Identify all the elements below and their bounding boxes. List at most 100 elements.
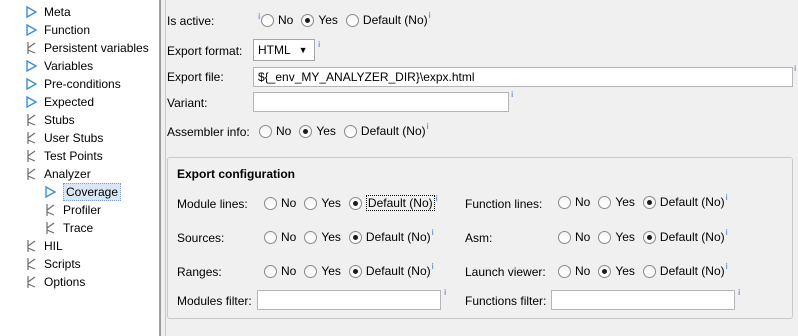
module-lines-radio-group: No Yes Default (No) i (264, 194, 446, 211)
tree-item-hil[interactable]: HIL (24, 237, 63, 255)
triangle-right-icon (24, 77, 38, 91)
ranges-yes-radio[interactable]: Yes (304, 264, 341, 278)
triangle-right-icon (24, 23, 38, 37)
branch-icon (24, 149, 38, 163)
info-icon[interactable]: i (436, 194, 438, 203)
export-format-label: Export format: (167, 44, 243, 58)
variant-info-icon[interactable]: i (511, 90, 513, 99)
launch-viewer-yes-radio[interactable]: Yes (598, 264, 635, 278)
branch-icon (43, 221, 57, 235)
functions-filter-input[interactable] (551, 290, 735, 310)
function-lines-label: Function lines: (465, 197, 543, 211)
module-lines-default-radio[interactable]: Default (No) i (348, 194, 438, 211)
ranges-default-radio[interactable]: Default (No) i (348, 262, 434, 278)
modules-filter-info-icon[interactable]: i (444, 288, 446, 297)
export-file-input[interactable]: ${_env_MY_ANALYZER_DIR}\expx.html (253, 67, 793, 87)
tree-item-trace[interactable]: Trace (43, 219, 93, 237)
branch-icon (24, 167, 38, 181)
asm-default-radio[interactable]: Default (No) i (642, 228, 728, 244)
is-active-label: Is active: (167, 14, 215, 28)
tree-item-label: Profiler (63, 203, 102, 217)
tree-item-label: Meta (44, 5, 71, 19)
export-format-dropdown[interactable]: HTML ▼ (253, 39, 315, 61)
branch-icon (24, 257, 38, 271)
ranges-label: Ranges: (177, 265, 222, 279)
tree-item-user-stubs[interactable]: User Stubs (24, 129, 103, 147)
tree-item-label: HIL (44, 239, 63, 253)
export-file-info-icon[interactable]: i (794, 64, 796, 73)
test-tree[interactable]: Meta Function Persistent variables Varia… (0, 0, 160, 336)
tree-item-coverage[interactable]: Coverage (43, 183, 122, 201)
asm-label: Asm: (465, 231, 493, 245)
tree-item-options[interactable]: Options (24, 273, 85, 291)
assembler-info-radio-group: No Yes Default (No) i (259, 122, 437, 138)
modules-filter-input[interactable] (257, 290, 441, 310)
sources-radio-group: No Yes Default (No) i (264, 228, 442, 244)
tree-item-meta[interactable]: Meta (24, 3, 71, 21)
panel-left-edge (165, 0, 166, 336)
info-icon[interactable]: i (427, 122, 429, 131)
info-icon[interactable]: i (429, 11, 431, 20)
export-format-info-icon[interactable]: i (318, 40, 320, 49)
variant-input[interactable] (253, 92, 509, 112)
branch-icon (24, 131, 38, 145)
triangle-right-icon (24, 59, 38, 73)
function-lines-radio-group: No Yes Default (No) i (558, 193, 736, 209)
module-lines-no-radio[interactable]: No (264, 196, 296, 210)
functions-filter-label: Functions filter: (465, 294, 547, 308)
tree-item-pre-conditions[interactable]: Pre-conditions (24, 75, 121, 93)
info-icon[interactable]: i (726, 228, 728, 237)
launch-viewer-no-radio[interactable]: No (558, 264, 590, 278)
function-lines-yes-radio[interactable]: Yes (598, 195, 635, 209)
branch-icon (43, 203, 57, 217)
info-icon[interactable]: i (432, 228, 434, 237)
export-configuration-title: Export configuration (177, 167, 295, 181)
is-active-no-radio[interactable]: No (261, 13, 293, 27)
tree-item-label: Options (44, 275, 86, 289)
tree-item-test-points[interactable]: Test Points (24, 147, 103, 165)
tree-item-function[interactable]: Function (24, 21, 90, 39)
ranges-no-radio[interactable]: No (264, 264, 296, 278)
tree-item-analyzer[interactable]: Analyzer (24, 165, 91, 183)
function-lines-default-radio[interactable]: Default (No) i (642, 193, 728, 209)
info-icon[interactable]: i (432, 262, 434, 271)
sources-label: Sources: (177, 231, 225, 245)
is-active-info-icon[interactable]: i (258, 12, 260, 21)
sources-no-radio[interactable]: No (264, 230, 296, 244)
tree-item-profiler[interactable]: Profiler (43, 201, 101, 219)
tree-item-stubs[interactable]: Stubs (24, 111, 75, 129)
triangle-right-icon (43, 185, 57, 199)
tree-item-label: Test Points (44, 149, 103, 163)
tree-item-label: Coverage (63, 183, 122, 201)
branch-icon (24, 41, 38, 55)
tree-item-expected[interactable]: Expected (24, 93, 94, 111)
branch-icon (24, 275, 38, 289)
ranges-radio-group: No Yes Default (No) i (264, 262, 442, 278)
tree-item-persistent-variables[interactable]: Persistent variables (24, 39, 149, 57)
is-active-default-radio[interactable]: Default (No) i (345, 11, 431, 27)
function-lines-no-radio[interactable]: No (558, 195, 590, 209)
is-active-yes-radio[interactable]: Yes (301, 13, 338, 27)
tree-item-label: Expected (44, 95, 95, 109)
info-icon[interactable]: i (726, 193, 728, 202)
variant-label: Variant: (167, 96, 208, 110)
assembler-info-no-radio[interactable]: No (259, 124, 291, 138)
launch-viewer-default-radio[interactable]: Default (No) i (642, 262, 728, 278)
functions-filter-info-icon[interactable]: i (738, 288, 740, 297)
tree-item-label: Function (44, 23, 91, 37)
launch-viewer-radio-group: No Yes Default (No) i (558, 262, 736, 278)
asm-yes-radio[interactable]: Yes (598, 230, 635, 244)
assembler-info-default-radio[interactable]: Default (No) i (343, 122, 429, 138)
assembler-info-yes-radio[interactable]: Yes (299, 124, 336, 138)
tree-item-label: Variables (44, 59, 94, 73)
sources-yes-radio[interactable]: Yes (304, 230, 341, 244)
info-icon[interactable]: i (726, 262, 728, 271)
sources-default-radio[interactable]: Default (No) i (348, 228, 434, 244)
modules-filter-label: Modules filter: (177, 294, 252, 308)
asm-no-radio[interactable]: No (558, 230, 590, 244)
tree-item-variables[interactable]: Variables (24, 57, 93, 75)
is-active-radio-group: No Yes Default (No) i (261, 11, 439, 27)
tree-item-scripts[interactable]: Scripts (24, 255, 81, 273)
module-lines-yes-radio[interactable]: Yes (304, 196, 341, 210)
branch-icon (24, 113, 38, 127)
